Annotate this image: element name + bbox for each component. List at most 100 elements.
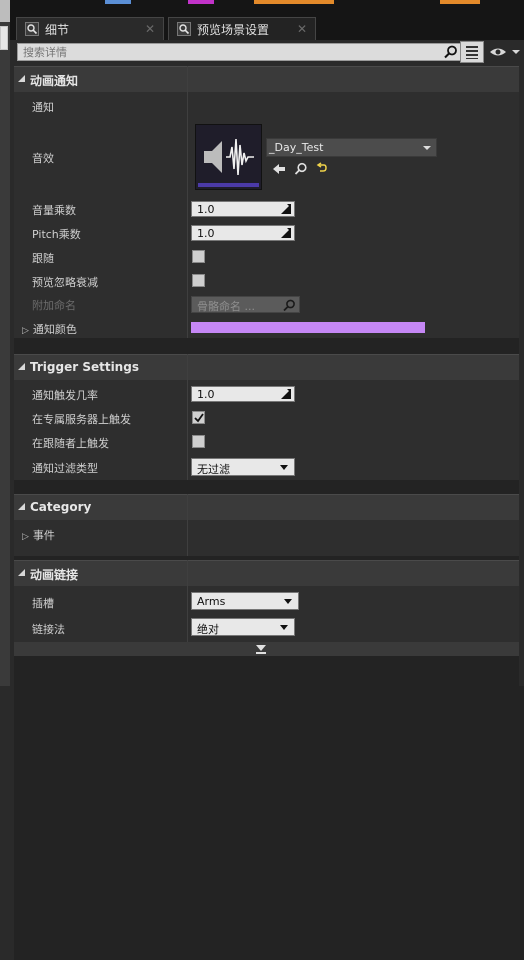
follower-trigger-checkbox[interactable] bbox=[192, 435, 205, 448]
reset-yellow-icon[interactable] bbox=[316, 162, 328, 174]
sound-asset-thumbnail[interactable] bbox=[195, 124, 262, 190]
notify-color-label[interactable]: ▷ 通知颜色 bbox=[22, 321, 77, 337]
section-category-header[interactable]: Category bbox=[14, 494, 524, 520]
collapse-arrow-icon[interactable] bbox=[18, 569, 26, 577]
section-anim-link-header[interactable]: 动画链接 bbox=[14, 560, 524, 586]
close-icon[interactable]: ✕ bbox=[145, 22, 155, 36]
search-icon[interactable] bbox=[444, 45, 458, 59]
browse-search-icon[interactable] bbox=[294, 162, 308, 176]
column-divider[interactable] bbox=[187, 66, 188, 338]
resize-grip-icon bbox=[281, 228, 291, 238]
section-title: Category bbox=[30, 500, 92, 514]
view-options-button[interactable] bbox=[460, 41, 484, 63]
chevron-down-icon bbox=[280, 625, 288, 630]
search-box[interactable] bbox=[17, 43, 463, 61]
sound-wave-icon bbox=[196, 125, 261, 189]
list-view-icon bbox=[466, 46, 478, 59]
notify-label: 通知 bbox=[32, 101, 54, 114]
resize-grip-icon bbox=[281, 204, 291, 214]
resize-grip-icon bbox=[281, 389, 291, 399]
section-title: Trigger Settings bbox=[30, 360, 139, 374]
sound-asset-combo[interactable]: _Day_Test bbox=[266, 138, 437, 157]
search-row bbox=[10, 40, 524, 66]
left-panel-selection[interactable] bbox=[0, 26, 8, 50]
details-search-icon bbox=[25, 22, 39, 36]
bone-name-placeholder: 骨骼命名 ... bbox=[197, 300, 255, 313]
search-icon bbox=[283, 299, 295, 312]
scroll-down-icon[interactable] bbox=[256, 645, 266, 651]
top-strip bbox=[10, 0, 524, 14]
volume-multiplier-label: 音量乘数 bbox=[32, 204, 76, 217]
eye-visibility-icon[interactable] bbox=[488, 45, 524, 59]
left-panel-dark bbox=[0, 22, 10, 686]
scene-search-icon bbox=[177, 22, 191, 36]
section-anim-notify-header[interactable]: 动画通知 bbox=[14, 66, 524, 92]
preview-ignore-attenuation-label: 预览忽略衰减 bbox=[32, 276, 98, 289]
expand-arrow-icon[interactable]: ▷ bbox=[22, 532, 29, 542]
volume-multiplier-field[interactable]: 1.0 bbox=[191, 201, 295, 217]
tab-bar: 细节 ✕ 预览场景设置 ✕ bbox=[10, 14, 524, 40]
details-content: 动画通知 通知 音效 _Day_Test 音量乘数 1.0 Pitch乘数 1.… bbox=[14, 66, 524, 960]
column-divider[interactable] bbox=[187, 494, 188, 556]
section-gap bbox=[14, 338, 524, 354]
search-input[interactable] bbox=[18, 44, 423, 60]
follower-trigger-label: 在跟随者上触发 bbox=[32, 437, 109, 450]
column-divider[interactable] bbox=[187, 560, 188, 642]
section-gap bbox=[14, 480, 524, 494]
checkmark-icon bbox=[194, 413, 204, 423]
preview-ignore-attenuation-checkbox[interactable] bbox=[192, 274, 205, 287]
scroll-more-bar[interactable] bbox=[14, 642, 524, 656]
scroll-down-line bbox=[256, 652, 266, 654]
filter-type-dropdown[interactable]: 无过滤 bbox=[191, 458, 295, 476]
attach-name-label: 附加命名 bbox=[32, 299, 76, 312]
section-title: 动画链接 bbox=[30, 568, 79, 582]
pitch-multiplier-field[interactable]: 1.0 bbox=[191, 225, 295, 241]
link-method-dropdown[interactable]: 绝对 bbox=[191, 618, 295, 636]
trigger-chance-value: 1.0 bbox=[197, 388, 215, 401]
pitch-multiplier-value: 1.0 bbox=[197, 227, 215, 240]
tab-details[interactable]: 细节 ✕ bbox=[16, 17, 164, 40]
top-strip-block-1 bbox=[105, 0, 131, 4]
pitch-multiplier-label: Pitch乘数 bbox=[32, 228, 81, 241]
slot-dropdown[interactable]: Arms bbox=[191, 592, 299, 610]
event-label: 事件 bbox=[32, 529, 55, 542]
expand-arrow-icon[interactable]: ▷ bbox=[22, 326, 29, 336]
collapse-arrow-icon[interactable] bbox=[18, 75, 26, 83]
trigger-chance-label: 通知触发几率 bbox=[32, 389, 98, 402]
notify-color-swatch[interactable] bbox=[191, 322, 425, 333]
category-body bbox=[14, 520, 524, 556]
link-method-label: 链接法 bbox=[32, 623, 65, 636]
collapse-arrow-icon[interactable] bbox=[18, 503, 26, 511]
section-title: 动画通知 bbox=[30, 74, 79, 88]
chevron-down-icon bbox=[284, 599, 292, 604]
left-panel-edge bbox=[0, 0, 10, 686]
follow-checkbox[interactable] bbox=[192, 250, 205, 263]
bone-name-field: 骨骼命名 ... bbox=[191, 296, 300, 313]
event-row[interactable]: ▷ 事件 bbox=[22, 527, 55, 543]
tab-details-label: 细节 bbox=[45, 22, 70, 37]
sound-asset-value: _Day_Test bbox=[269, 141, 324, 154]
follow-label: 跟随 bbox=[32, 252, 54, 265]
asset-tools bbox=[272, 162, 342, 176]
use-selected-arrow-icon[interactable] bbox=[272, 162, 286, 176]
tab-preview-label: 预览场景设置 bbox=[197, 22, 270, 37]
right-edge bbox=[519, 66, 524, 686]
notify-color-text: 通知颜色 bbox=[32, 323, 77, 336]
column-divider[interactable] bbox=[187, 354, 188, 480]
tab-preview-scene-settings[interactable]: 预览场景设置 ✕ bbox=[168, 17, 316, 40]
dedicated-server-label: 在专属服务器上触发 bbox=[32, 413, 131, 426]
chevron-down-icon bbox=[280, 465, 288, 470]
filter-type-value: 无过滤 bbox=[197, 463, 230, 476]
volume-multiplier-value: 1.0 bbox=[197, 203, 215, 216]
filter-type-label: 通知过滤类型 bbox=[32, 462, 98, 475]
dedicated-server-checkbox[interactable] bbox=[192, 411, 205, 424]
top-strip-block-2 bbox=[188, 0, 214, 4]
close-icon[interactable]: ✕ bbox=[297, 22, 307, 36]
collapse-arrow-icon[interactable] bbox=[18, 363, 26, 371]
section-trigger-settings-header[interactable]: Trigger Settings bbox=[14, 354, 524, 380]
slot-value: Arms bbox=[197, 595, 226, 608]
trigger-chance-field[interactable]: 1.0 bbox=[191, 386, 295, 402]
slot-label: 插槽 bbox=[32, 597, 54, 610]
link-method-value: 绝对 bbox=[197, 623, 219, 636]
sound-label: 音效 bbox=[32, 152, 54, 165]
